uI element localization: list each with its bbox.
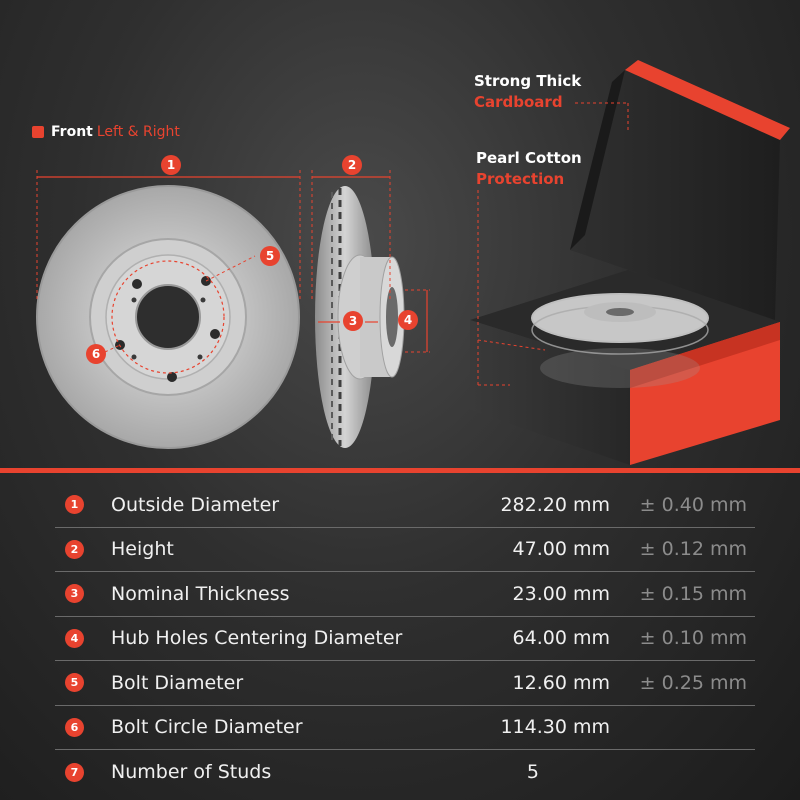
spec-name: Nominal Thickness — [111, 582, 290, 605]
spec-name: Bolt Circle Diameter — [111, 716, 303, 739]
spec-number-badge: 5 — [65, 673, 84, 693]
spec-name: Bolt Diameter — [111, 671, 244, 694]
spec-row: 7 Number of Studs 5 — [55, 750, 755, 795]
cardboard-callout-line2: Cardboard — [474, 93, 563, 111]
dimension-badge-2: 2 — [342, 155, 362, 175]
spec-number-badge: 2 — [65, 539, 84, 559]
brake-rotor-illustration — [36, 60, 790, 465]
spec-name: Hub Holes Centering Diameter — [111, 627, 403, 650]
spec-value: 64.00 mm — [512, 627, 610, 650]
cotton-callout-line1: Pearl Cotton — [476, 149, 582, 167]
spec-row: 5 Bolt Diameter 12.60 mm ± 0.25 mm — [55, 661, 755, 706]
cotton-callout: Pearl Cotton Protection — [476, 148, 582, 190]
spec-number-badge: 1 — [65, 495, 84, 515]
spec-name: Number of Studs — [111, 761, 272, 784]
spec-row: 4 Hub Holes Centering Diameter 64.00 mm … — [55, 617, 755, 661]
spec-value: 282.20 mm — [500, 493, 610, 516]
packaging-box — [470, 60, 790, 465]
spec-tolerance: ± 0.25 mm — [639, 671, 747, 694]
front-sub-label: Left & Right — [96, 124, 180, 140]
spec-tolerance: ± 0.10 mm — [639, 627, 747, 650]
spec-row: 6 Bolt Circle Diameter 114.30 mm — [55, 706, 755, 750]
spec-number-badge: 3 — [65, 584, 84, 604]
spec-name: Height — [111, 538, 174, 561]
spec-tolerance: ± 0.15 mm — [639, 582, 747, 605]
spec-table: 1 Outside Diameter 282.20 mm ± 0.40 mm 2… — [55, 483, 755, 795]
cardboard-callout-line1: Strong Thick — [474, 72, 582, 90]
spec-row: 3 Nominal Thickness 23.00 mm ± 0.15 mm — [55, 572, 755, 617]
spec-value: 47.00 mm — [512, 538, 610, 561]
section-divider — [0, 468, 800, 473]
dimension-badge-1: 1 — [161, 155, 181, 175]
front-square-icon — [32, 126, 44, 138]
rotor-side-view — [311, 170, 430, 448]
spec-value: 5 — [526, 761, 539, 784]
spec-name: Outside Diameter — [111, 493, 280, 516]
spec-number-badge: 6 — [65, 717, 84, 737]
dimension-badge-6: 6 — [86, 344, 106, 364]
spec-value: 12.60 mm — [512, 671, 610, 694]
spec-tolerance: ± 0.40 mm — [639, 493, 747, 516]
front-label: Front — [51, 124, 93, 140]
spec-number-badge: 4 — [65, 628, 84, 648]
spec-value: 23.00 mm — [512, 582, 610, 605]
front-position-label: Front Left & Right — [32, 124, 180, 140]
spec-value: 114.30 mm — [500, 716, 610, 739]
dimension-badge-3: 3 — [343, 311, 363, 331]
product-illustration-area: Front Left & Right Strong Thick Cardboar… — [0, 0, 800, 470]
dimension-badge-5: 5 — [260, 246, 280, 266]
cardboard-callout: Strong Thick Cardboard — [474, 71, 581, 113]
spec-row: 2 Height 47.00 mm ± 0.12 mm — [55, 528, 755, 572]
spec-number-badge: 7 — [65, 762, 84, 782]
spec-row: 1 Outside Diameter 282.20 mm ± 0.40 mm — [55, 483, 755, 528]
spec-tolerance: ± 0.12 mm — [639, 538, 747, 561]
dimension-badge-4: 4 — [398, 310, 418, 330]
cotton-callout-line2: Protection — [476, 170, 565, 188]
rotor-front-view — [36, 170, 301, 449]
